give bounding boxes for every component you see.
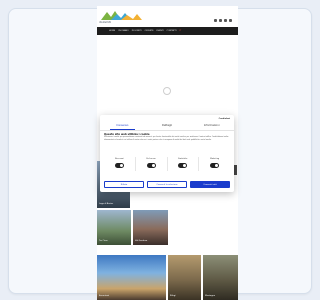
toggle-label: Preferenze <box>146 158 156 160</box>
tab-details[interactable]: Dettagli <box>145 122 190 130</box>
youtube-icon[interactable] <box>224 19 227 22</box>
consent-title: Questo sito web utilizza i cookie <box>104 133 150 136</box>
nav-item-offers[interactable]: OFFERTE <box>145 30 154 32</box>
toggle-switch[interactable] <box>210 163 220 168</box>
thumb-caption: Val Gardena <box>135 240 148 242</box>
toggle-necessary: Necessari <box>104 157 136 171</box>
social-icons <box>214 19 232 22</box>
tab-about[interactable]: Informazioni <box>189 122 234 130</box>
cookie-consent-dialog: Cookiebot Consenso Dettagli Informazioni… <box>100 115 234 192</box>
nav-item-language[interactable]: IT <box>179 30 181 32</box>
divider <box>100 130 234 131</box>
toggle-switch[interactable] <box>146 163 156 168</box>
thumb-caption: Rifugi <box>170 295 176 297</box>
toggle-marketing: Marketing <box>199 157 230 171</box>
thumb-caption: Escursioni <box>99 295 110 297</box>
consent-buttons: Rifiuta Consenti la selezione Consenti t… <box>104 181 230 188</box>
toggle-switch[interactable] <box>178 163 188 168</box>
main-navigation: HOME CHI SIAMO DOLOMITI OFFERTE EVENTI C… <box>97 27 238 35</box>
logo-text: dolomiti <box>99 20 112 24</box>
toggle-label: Marketing <box>210 158 220 160</box>
nav-item-contacts[interactable]: CONTATTI <box>167 30 177 32</box>
nav-item-dolomiti[interactable]: DOLOMITI <box>132 30 142 32</box>
nav-item-about[interactable]: CHI SIAMO <box>118 30 129 32</box>
thumb-2[interactable]: Tre Cime <box>97 210 131 245</box>
thumb-3[interactable]: Val Gardena <box>133 210 168 245</box>
toggle-label: Necessari <box>114 158 124 160</box>
cookiebot-logo: Cookiebot <box>218 118 230 120</box>
nav-item-home[interactable]: HOME <box>109 30 115 32</box>
loading-spinner-icon <box>163 87 171 95</box>
facebook-icon[interactable] <box>214 19 217 22</box>
nav-item-events[interactable]: EVENTI <box>156 30 163 32</box>
thumb-4[interactable]: Escursioni <box>97 255 166 300</box>
allow-all-button[interactable]: Consenti tutti <box>190 181 230 188</box>
toggle-preferences: Preferenze <box>136 157 168 171</box>
deny-button[interactable]: Rifiuta <box>104 181 144 188</box>
instagram-icon[interactable] <box>219 19 222 22</box>
consent-description: Utilizziamo i cookie per personalizzare … <box>104 137 229 141</box>
search-icon[interactable] <box>229 19 232 22</box>
consent-toggles: Necessari Preferenze Statistiche Marketi… <box>104 157 230 171</box>
thumb-5[interactable]: Rifugi <box>168 255 201 300</box>
thumb-caption: Tre Cime <box>99 240 108 242</box>
thumb-caption: Montagna <box>205 295 215 297</box>
tab-consent[interactable]: Consenso <box>100 122 145 130</box>
toggle-statistics: Statistiche <box>168 157 200 171</box>
consent-tabs: Consenso Dettagli Informazioni <box>100 122 234 130</box>
allow-selection-button[interactable]: Consenti la selezione <box>147 181 187 188</box>
logo <box>101 11 142 20</box>
thumb-6[interactable]: Montagna <box>203 255 238 300</box>
toggle-switch[interactable] <box>114 163 124 168</box>
thumb-caption: Lago di Braies <box>99 203 114 205</box>
toggle-label: Statistiche <box>178 158 188 160</box>
